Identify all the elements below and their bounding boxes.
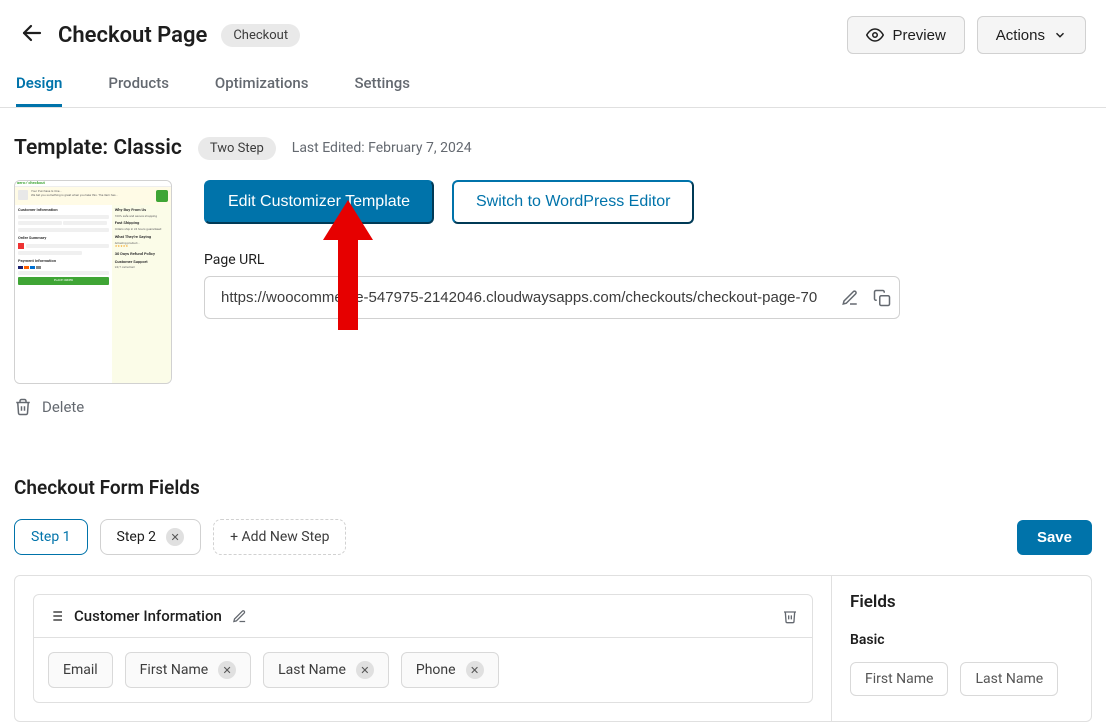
phone-label: Phone xyxy=(416,662,456,678)
last-name-label: Last Name xyxy=(278,662,346,678)
edit-customizer-button[interactable]: Edit Customizer Template xyxy=(204,180,434,224)
delete-group-icon[interactable] xyxy=(782,608,798,624)
eye-icon xyxy=(866,26,884,44)
remove-last-name-icon[interactable]: ✕ xyxy=(356,661,374,679)
field-group-title: Customer Information xyxy=(74,607,222,625)
actions-label: Actions xyxy=(996,27,1045,44)
field-chip-last-name[interactable]: Last Name ✕ xyxy=(263,652,389,688)
step-2-label: Step 2 xyxy=(117,529,157,545)
field-chip-phone[interactable]: Phone ✕ xyxy=(401,652,499,688)
switch-editor-button[interactable]: Switch to WordPress Editor xyxy=(452,180,694,224)
trash-icon xyxy=(14,398,32,416)
template-thumbnail[interactable]: aero✓checkout Your Purchase Is One...We … xyxy=(14,180,172,384)
tab-bar: Design Products Optimizations Settings xyxy=(0,54,1106,108)
step-chip-1[interactable]: Step 1 xyxy=(14,519,88,555)
form-fields-title: Checkout Form Fields xyxy=(14,476,1092,499)
add-step-button[interactable]: + Add New Step xyxy=(213,519,346,555)
chevron-down-icon xyxy=(1053,28,1067,42)
list-icon xyxy=(48,608,64,624)
sidebar-fields-title: Fields xyxy=(850,592,1073,612)
remove-step-2-icon[interactable]: ✕ xyxy=(166,528,184,546)
step-chip-2[interactable]: Step 2 ✕ xyxy=(100,519,202,555)
remove-first-name-icon[interactable]: ✕ xyxy=(218,661,236,679)
page-url-input[interactable] xyxy=(221,277,841,318)
context-badge: Checkout xyxy=(221,24,300,47)
sidebar-basic-title: Basic xyxy=(850,632,1073,648)
page-url-label: Page URL xyxy=(204,252,924,268)
back-button[interactable] xyxy=(20,21,44,49)
remove-phone-icon[interactable]: ✕ xyxy=(466,661,484,679)
field-chip-email[interactable]: Email xyxy=(48,652,113,688)
available-field-first-name[interactable]: First Name xyxy=(850,662,948,696)
first-name-label: First Name xyxy=(140,662,208,678)
field-group-customer-info: Customer Information Email First Name ✕ xyxy=(33,594,813,703)
delete-template-button[interactable]: Delete xyxy=(14,398,172,416)
page-title: Checkout Page xyxy=(58,23,207,48)
tab-products[interactable]: Products xyxy=(108,74,169,107)
page-url-field xyxy=(204,276,900,319)
delete-label: Delete xyxy=(42,398,84,416)
preview-button[interactable]: Preview xyxy=(847,16,964,54)
last-edited-text: Last Edited: February 7, 2024 xyxy=(292,140,472,156)
preview-label: Preview xyxy=(892,27,945,44)
edit-group-icon[interactable] xyxy=(232,609,247,624)
tab-design[interactable]: Design xyxy=(16,74,62,107)
template-title: Template: Classic xyxy=(14,136,182,160)
email-label: Email xyxy=(63,662,98,678)
available-field-last-name[interactable]: Last Name xyxy=(960,662,1058,696)
copy-url-icon[interactable] xyxy=(873,289,891,307)
field-chip-first-name[interactable]: First Name ✕ xyxy=(125,652,251,688)
save-button[interactable]: Save xyxy=(1017,520,1092,555)
tab-optimizations[interactable]: Optimizations xyxy=(215,74,309,107)
edit-url-icon[interactable] xyxy=(841,289,859,307)
actions-dropdown[interactable]: Actions xyxy=(977,16,1086,54)
template-variant-badge: Two Step xyxy=(198,137,276,160)
tab-settings[interactable]: Settings xyxy=(354,74,410,107)
